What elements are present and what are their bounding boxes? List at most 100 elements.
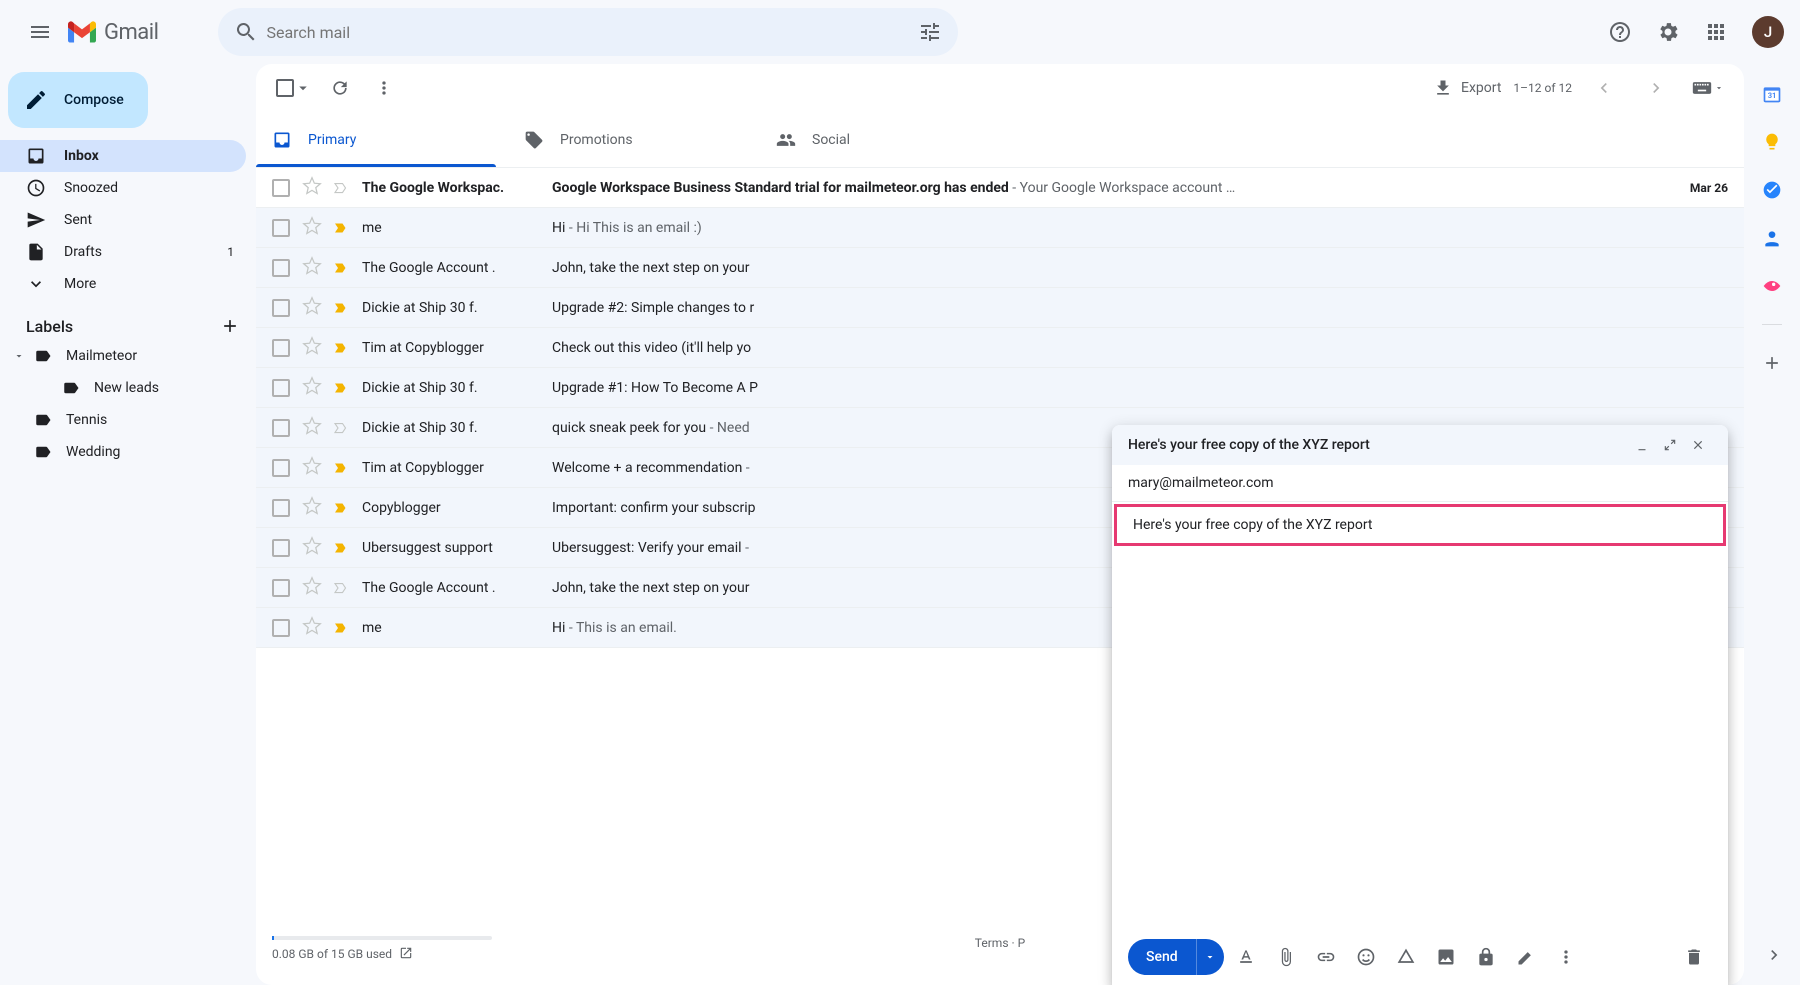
contacts-icon[interactable]: [1762, 228, 1782, 248]
close-compose-button[interactable]: [1684, 438, 1712, 452]
subject-field[interactable]: Here's your free copy of the XYZ report: [1114, 504, 1726, 546]
email-row[interactable]: The Google Account . John, take the next…: [256, 248, 1744, 288]
email-row[interactable]: Dickie at Ship 30 f. Upgrade #2: Simple …: [256, 288, 1744, 328]
hide-panel-button[interactable]: [1764, 945, 1784, 969]
mailmeteor-icon[interactable]: [1762, 276, 1782, 296]
attach-button[interactable]: [1268, 939, 1304, 975]
importance-marker[interactable]: [332, 339, 352, 357]
settings-button[interactable]: [1648, 12, 1688, 52]
row-checkbox[interactable]: [272, 339, 292, 357]
input-tools-button[interactable]: [1688, 68, 1728, 108]
search-input[interactable]: [266, 23, 910, 42]
row-checkbox[interactable]: [272, 419, 292, 437]
row-checkbox[interactable]: [272, 219, 292, 237]
row-checkbox[interactable]: [272, 619, 292, 637]
tab-primary[interactable]: Primary: [256, 112, 508, 167]
row-checkbox[interactable]: [272, 299, 292, 317]
email-row[interactable]: Dickie at Ship 30 f. Upgrade #1: How To …: [256, 368, 1744, 408]
support-button[interactable]: [1600, 12, 1640, 52]
send-button[interactable]: Send: [1128, 939, 1224, 975]
add-label-icon[interactable]: [220, 316, 240, 336]
nav-more[interactable]: More: [0, 268, 246, 300]
star-button[interactable]: [302, 456, 322, 480]
calendar-icon[interactable]: 31: [1762, 84, 1782, 104]
row-checkbox[interactable]: [272, 579, 292, 597]
open-in-new-icon[interactable]: [399, 946, 413, 960]
main-menu-button[interactable]: [16, 8, 64, 56]
star-button[interactable]: [302, 416, 322, 440]
importance-marker[interactable]: [332, 499, 352, 517]
tab-social[interactable]: Social: [760, 112, 1012, 167]
add-addon-icon[interactable]: [1762, 353, 1782, 373]
discard-button[interactable]: [1676, 939, 1712, 975]
star-button[interactable]: [302, 616, 322, 640]
star-button[interactable]: [302, 536, 322, 560]
importance-marker[interactable]: [332, 619, 352, 637]
privacy-link[interactable]: P: [1018, 936, 1026, 950]
signature-button[interactable]: [1508, 939, 1544, 975]
link-button[interactable]: [1308, 939, 1344, 975]
row-checkbox[interactable]: [272, 179, 292, 197]
export-button[interactable]: Export: [1433, 78, 1501, 98]
to-field[interactable]: mary@mailmeteor.com: [1112, 465, 1728, 502]
row-checkbox[interactable]: [272, 379, 292, 397]
compose-body[interactable]: [1112, 548, 1728, 929]
label-new-leads[interactable]: New leads: [0, 372, 256, 404]
importance-marker[interactable]: [332, 459, 352, 477]
terms-link[interactable]: Terms: [975, 936, 1009, 950]
star-button[interactable]: [302, 376, 322, 400]
importance-marker[interactable]: [332, 299, 352, 317]
importance-marker[interactable]: [332, 179, 352, 197]
drive-button[interactable]: [1388, 939, 1424, 975]
compose-button[interactable]: Compose: [8, 72, 148, 128]
label-mailmeteor[interactable]: Mailmeteor: [0, 340, 256, 372]
refresh-button[interactable]: [320, 68, 360, 108]
nav-sent[interactable]: Sent: [0, 204, 246, 236]
email-row[interactable]: The Google Workspac. Google Workspace Bu…: [256, 168, 1744, 208]
importance-marker[interactable]: [332, 579, 352, 597]
search-button[interactable]: [226, 12, 266, 52]
importance-marker[interactable]: [332, 219, 352, 237]
formatting-button[interactable]: [1228, 939, 1264, 975]
more-button[interactable]: [364, 68, 404, 108]
next-page-button[interactable]: [1636, 68, 1676, 108]
confidential-button[interactable]: [1468, 939, 1504, 975]
search-box[interactable]: [218, 8, 958, 56]
search-options-button[interactable]: [910, 12, 950, 52]
nav-inbox[interactable]: Inbox: [0, 140, 246, 172]
gmail-logo[interactable]: Gmail: [68, 20, 158, 45]
more-options-button[interactable]: [1548, 939, 1584, 975]
label-tennis[interactable]: Tennis: [0, 404, 256, 436]
importance-marker[interactable]: [332, 259, 352, 277]
star-button[interactable]: [302, 256, 322, 280]
label-wedding[interactable]: Wedding: [0, 436, 256, 468]
star-button[interactable]: [302, 176, 322, 200]
importance-marker[interactable]: [332, 379, 352, 397]
minimize-button[interactable]: [1628, 438, 1656, 452]
row-checkbox[interactable]: [272, 539, 292, 557]
tasks-icon[interactable]: [1762, 180, 1782, 200]
row-checkbox[interactable]: [272, 459, 292, 477]
image-button[interactable]: [1428, 939, 1464, 975]
apps-button[interactable]: [1696, 12, 1736, 52]
keep-icon[interactable]: [1762, 132, 1782, 152]
star-button[interactable]: [302, 576, 322, 600]
star-button[interactable]: [302, 296, 322, 320]
tab-promotions[interactable]: Promotions: [508, 112, 760, 167]
star-button[interactable]: [302, 336, 322, 360]
emoji-button[interactable]: [1348, 939, 1384, 975]
star-button[interactable]: [302, 216, 322, 240]
row-checkbox[interactable]: [272, 499, 292, 517]
select-all-checkbox[interactable]: [272, 79, 316, 97]
compose-header[interactable]: Here's your free copy of the XYZ report: [1112, 425, 1728, 465]
email-row[interactable]: me Hi - Hi This is an email :): [256, 208, 1744, 248]
importance-marker[interactable]: [332, 539, 352, 557]
importance-marker[interactable]: [332, 419, 352, 437]
email-row[interactable]: Tim at Copyblogger Check out this video …: [256, 328, 1744, 368]
nav-snoozed[interactable]: Snoozed: [0, 172, 246, 204]
prev-page-button[interactable]: [1584, 68, 1624, 108]
row-checkbox[interactable]: [272, 259, 292, 277]
star-button[interactable]: [302, 496, 322, 520]
send-options-button[interactable]: [1196, 939, 1224, 975]
account-avatar[interactable]: J: [1752, 16, 1784, 48]
